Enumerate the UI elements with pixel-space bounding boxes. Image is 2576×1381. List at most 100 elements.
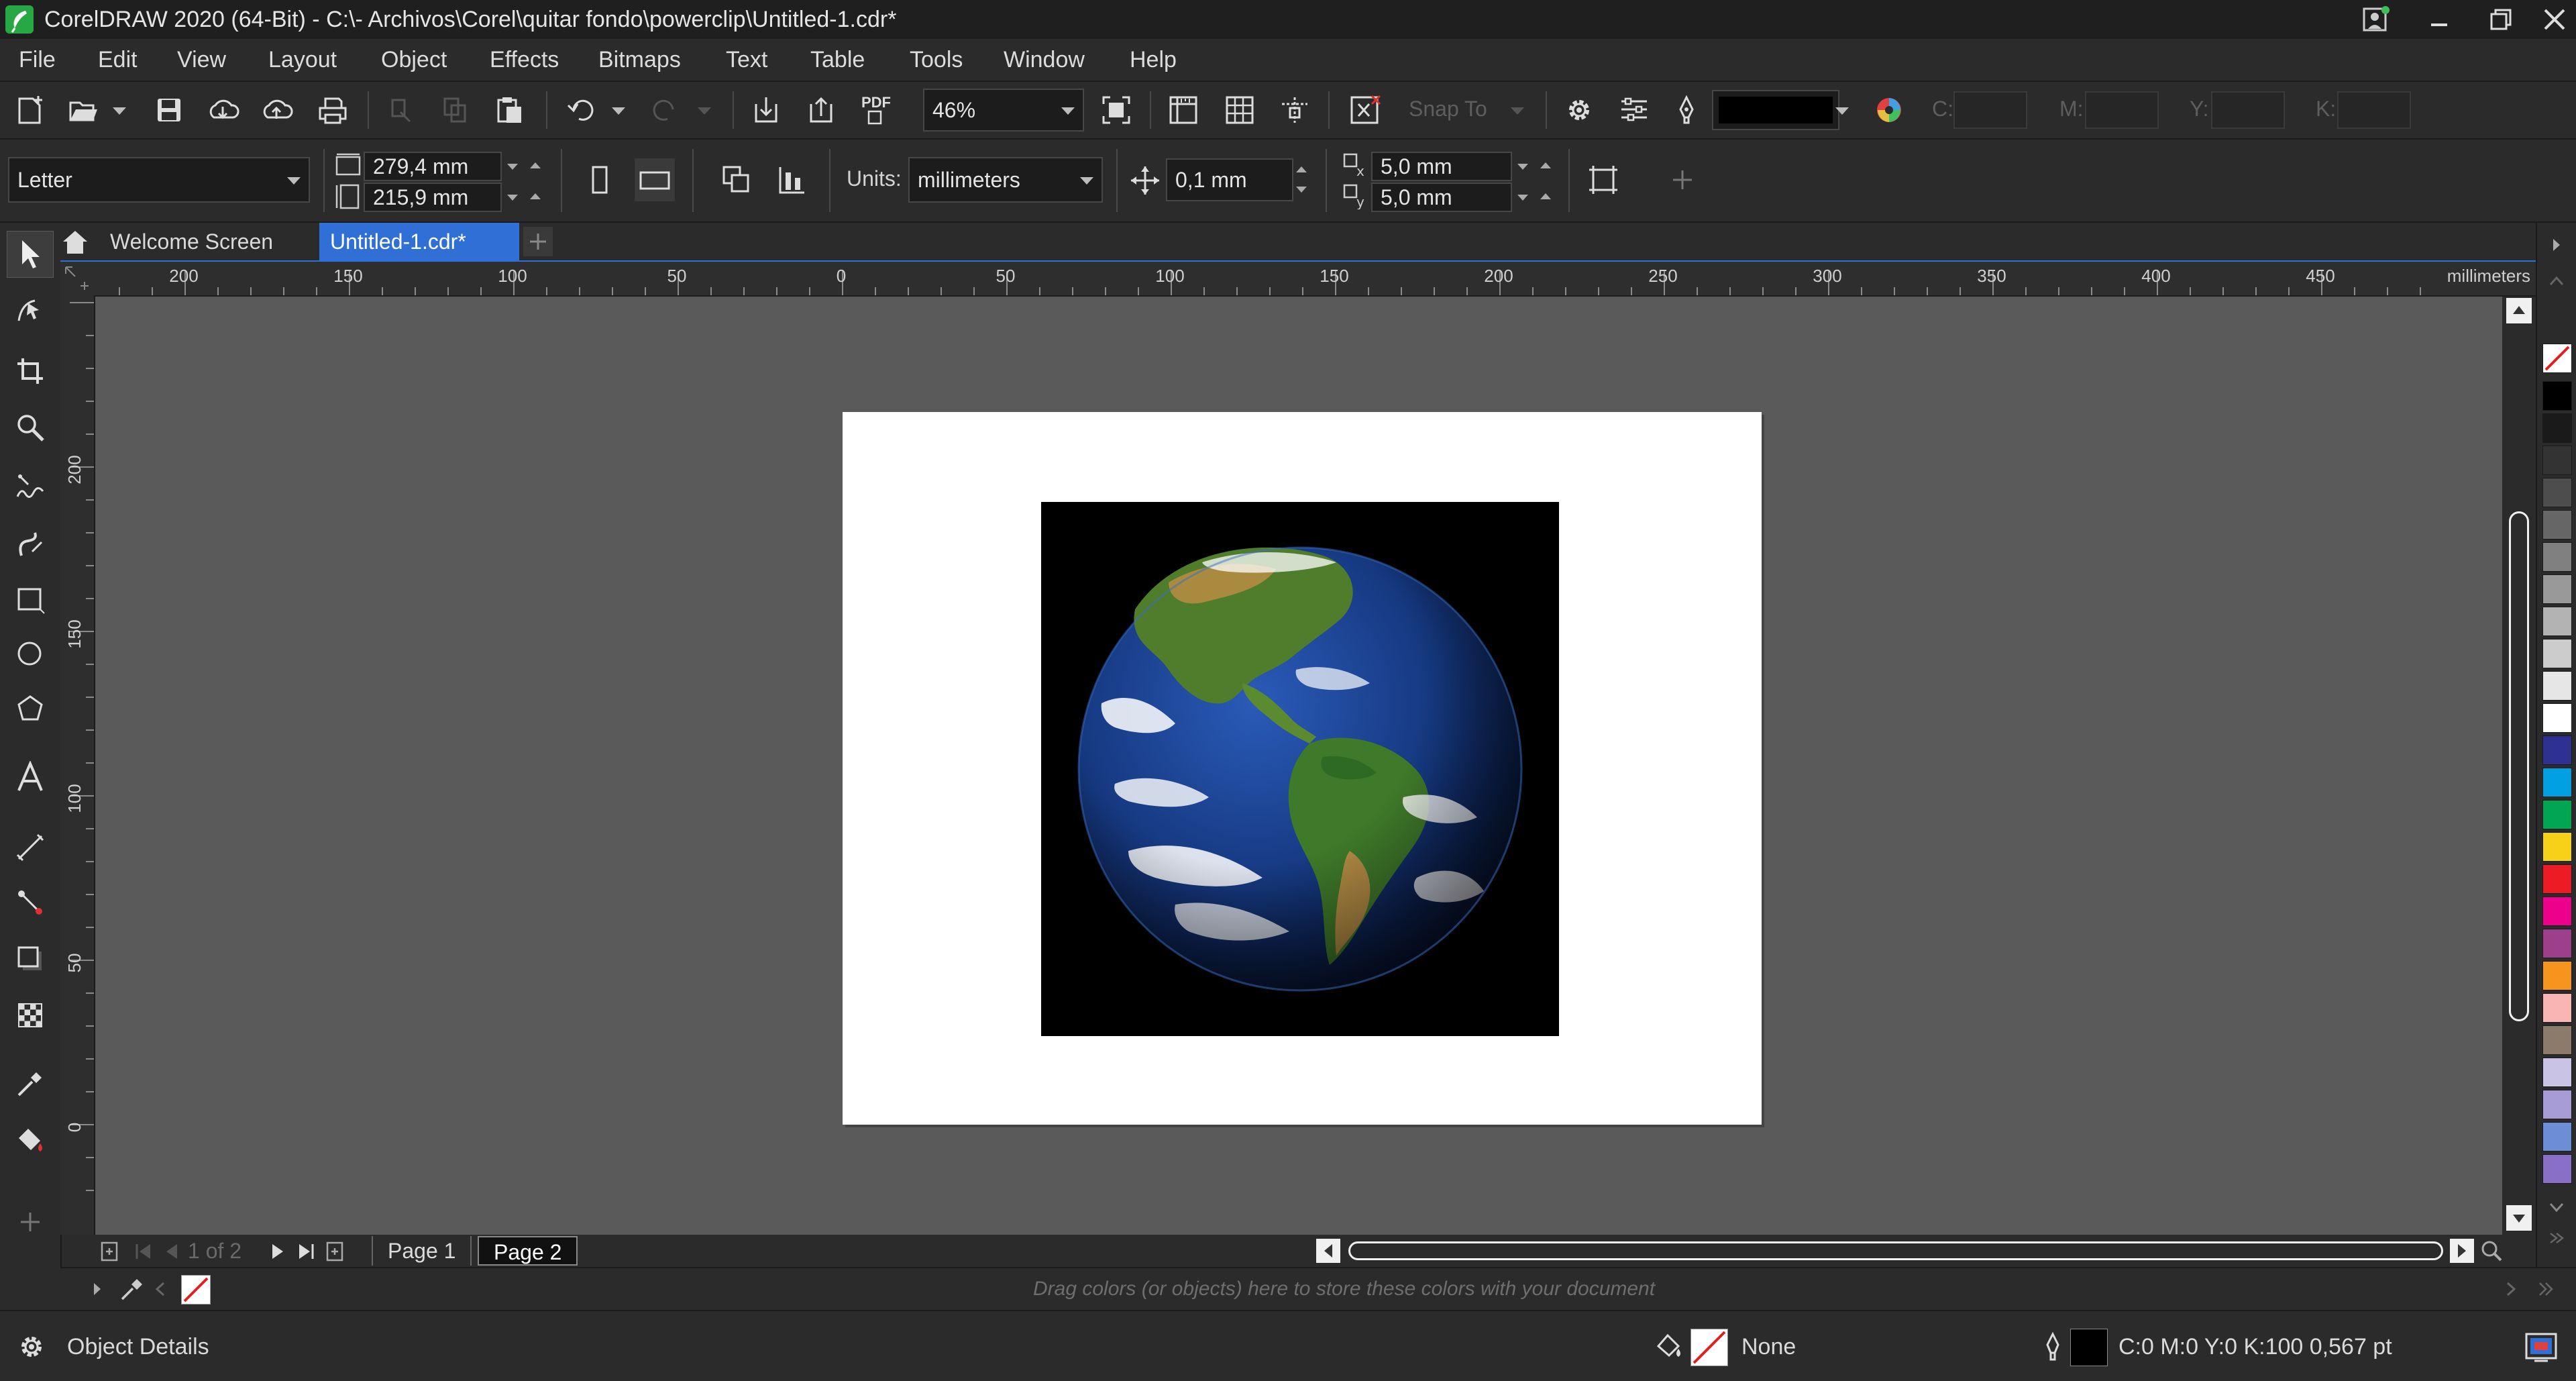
cloud-upload-icon[interactable] <box>256 89 297 132</box>
publish-pdf-icon[interactable]: PDF <box>856 89 896 132</box>
all-pages-icon[interactable] <box>716 158 757 201</box>
polygon-tool-icon[interactable] <box>7 686 54 733</box>
freehand-tool-icon[interactable] <box>7 464 54 511</box>
palette-swatch[interactable] <box>2542 961 2572 990</box>
duplicate-x-spin-down[interactable] <box>1517 164 1528 170</box>
snap-to-dropdown[interactable] <box>1511 107 1524 115</box>
add-page-after-icon[interactable] <box>323 1240 346 1263</box>
ellipse-tool-icon[interactable] <box>7 631 54 678</box>
palette-swatch[interactable] <box>2542 703 2572 733</box>
artistic-media-tool-icon[interactable] <box>7 521 54 568</box>
customize-add-icon[interactable] <box>1662 158 1703 201</box>
document-palette-scroll-right-icon[interactable] <box>2502 1280 2520 1298</box>
redo-icon[interactable] <box>645 89 686 132</box>
palette-swatch[interactable] <box>2542 607 2572 636</box>
show-grid-icon[interactable] <box>1220 89 1260 132</box>
duplicate-x-spin-up[interactable] <box>1540 162 1551 168</box>
last-page-icon[interactable] <box>295 1240 318 1263</box>
next-page-icon[interactable] <box>266 1240 288 1263</box>
parallel-dimension-tool-icon[interactable] <box>7 824 54 871</box>
zoom-level-dropdown[interactable] <box>1061 107 1075 115</box>
palette-swatch[interactable] <box>2542 768 2572 797</box>
palette-swatch[interactable] <box>2542 929 2572 958</box>
page-tab-page-2[interactable]: Page 2 <box>478 1236 578 1266</box>
cmyk-k-field[interactable] <box>2337 91 2411 129</box>
palette-swatch[interactable] <box>2542 381 2572 411</box>
zoom-navigator-icon[interactable] <box>2479 1239 2504 1263</box>
crop-tool-icon[interactable] <box>7 348 54 395</box>
duplicate-y-spin-up[interactable] <box>1540 193 1551 199</box>
drop-shadow-tool-icon[interactable] <box>7 935 54 982</box>
object-details-gear-icon[interactable] <box>16 1331 47 1362</box>
shape-tool-icon[interactable] <box>7 286 54 333</box>
palette-swatch[interactable] <box>2542 478 2572 507</box>
document-palette-no-color-swatch[interactable] <box>181 1275 211 1305</box>
snap-to-label[interactable]: Snap To <box>1409 97 1487 121</box>
palette-expand-icon[interactable] <box>2546 271 2567 291</box>
undo-icon[interactable] <box>561 89 601 132</box>
page-width-field[interactable]: 279,4 mm <box>364 152 502 181</box>
import-icon[interactable] <box>746 89 786 132</box>
page-height-field[interactable]: 215,9 mm <box>364 183 502 212</box>
landscape-orientation-icon[interactable] <box>635 158 675 201</box>
object-properties-icon[interactable] <box>1614 89 1654 132</box>
scroll-down-arrow-icon[interactable] <box>2506 1205 2532 1231</box>
nudge-distance-field[interactable]: 0,1 mm <box>1166 158 1293 201</box>
palette-swatch[interactable] <box>2542 574 2572 604</box>
new-document-icon[interactable] <box>9 89 50 132</box>
menu-text[interactable]: Text <box>726 39 767 81</box>
powerclip-earth-image[interactable] <box>1041 502 1559 1036</box>
show-guidelines-icon[interactable] <box>1275 89 1315 132</box>
menu-bitmaps[interactable]: Bitmaps <box>598 39 681 81</box>
palette-scroll-down-icon[interactable] <box>2546 1197 2567 1217</box>
palette-swatch[interactable] <box>2542 510 2572 540</box>
undo-list-dropdown[interactable] <box>612 107 625 115</box>
palette-swatch[interactable] <box>2542 735 2572 765</box>
outline-color-status-swatch[interactable] <box>2070 1329 2108 1366</box>
options-gear-icon[interactable] <box>1559 89 1599 132</box>
document-palette-eyedropper-icon[interactable] <box>118 1276 145 1303</box>
cmyk-m-field[interactable] <box>2085 91 2159 129</box>
zoom-tool-icon[interactable] <box>7 404 54 451</box>
home-icon[interactable] <box>60 228 90 255</box>
color-mixer-icon[interactable] <box>1869 89 1909 132</box>
cmyk-c-field[interactable] <box>1953 91 2027 129</box>
page-size-combo[interactable]: Letter <box>8 157 310 203</box>
add-page-before-icon[interactable] <box>98 1240 121 1263</box>
palette-swatch[interactable] <box>2542 800 2572 829</box>
duplicate-x-field[interactable]: 5,0 mm <box>1371 152 1512 181</box>
page-height-spin-up[interactable] <box>530 193 541 199</box>
export-icon[interactable] <box>801 89 841 132</box>
palette-swatch[interactable] <box>2542 1058 2572 1087</box>
page-tab-page-1[interactable]: Page 1 <box>372 1236 472 1266</box>
restore-button[interactable] <box>2474 0 2528 39</box>
transparency-tool-icon[interactable] <box>7 992 54 1039</box>
menu-view[interactable]: View <box>177 39 226 81</box>
tab-untitled-document[interactable]: Untitled-1.cdr* <box>319 223 519 260</box>
palette-swatch[interactable] <box>2542 1122 2572 1152</box>
fill-none-swatch[interactable] <box>1690 1329 1728 1366</box>
cmyk-y-field[interactable] <box>2211 91 2285 129</box>
palette-swatch[interactable] <box>2542 864 2572 894</box>
duplicate-y-spin-down[interactable] <box>1517 195 1528 201</box>
portrait-orientation-icon[interactable] <box>580 158 620 201</box>
palette-scroll-right-icon[interactable] <box>2546 235 2567 255</box>
previous-page-icon[interactable] <box>161 1240 184 1263</box>
close-button[interactable] <box>2528 0 2576 39</box>
show-rulers-icon[interactable] <box>1163 89 1203 132</box>
menu-edit[interactable]: Edit <box>98 39 138 81</box>
object-details-label[interactable]: Object Details <box>67 1334 209 1360</box>
cloud-download-icon[interactable] <box>203 89 243 132</box>
palette-swatch[interactable] <box>2542 671 2572 701</box>
outline-color-picker[interactable] <box>1712 90 1839 130</box>
menu-effects[interactable]: Effects <box>490 39 559 81</box>
open-recent-dropdown[interactable] <box>113 107 126 115</box>
nudge-spin-down[interactable] <box>1296 187 1307 193</box>
ruler-origin-corner[interactable] <box>60 262 94 295</box>
outline-pen-icon[interactable] <box>1666 89 1707 132</box>
save-icon[interactable] <box>149 89 189 132</box>
redo-list-dropdown[interactable] <box>698 107 711 115</box>
menu-file[interactable]: File <box>19 39 56 81</box>
text-tool-icon[interactable] <box>7 754 54 801</box>
current-page-icon[interactable] <box>771 158 812 201</box>
